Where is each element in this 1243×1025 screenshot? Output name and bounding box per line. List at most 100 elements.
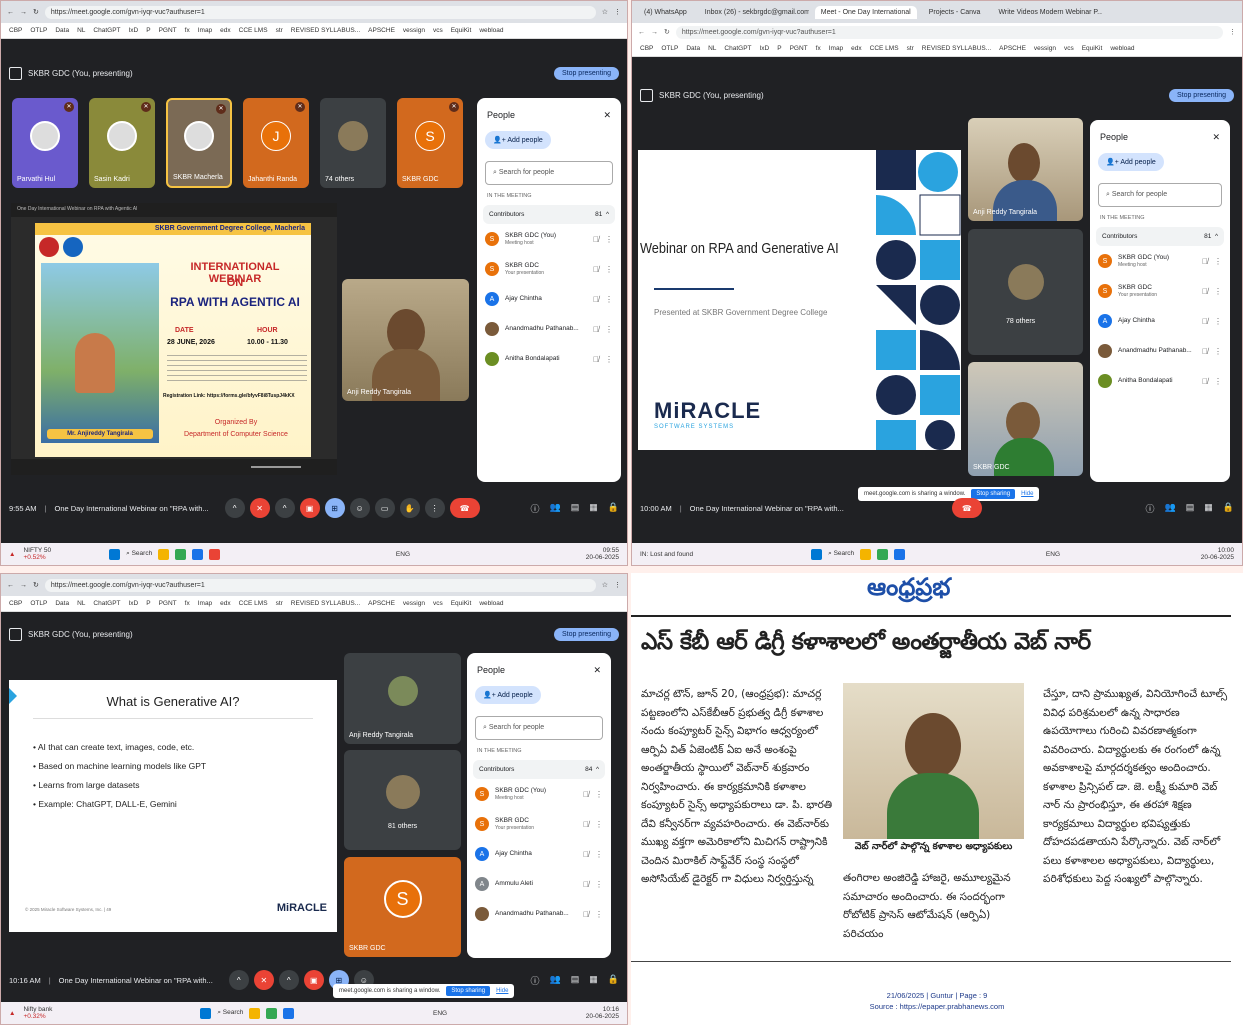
self-video-tile[interactable]: SKBR GDC	[968, 362, 1083, 476]
bookmark-item[interactable]: PGNT	[159, 27, 177, 34]
contributors-header[interactable]: Contributors 81 ^	[483, 205, 615, 224]
menu-icon[interactable]: ⋮	[614, 581, 621, 589]
edge-icon[interactable]	[283, 1007, 295, 1019]
bookmark-item[interactable]: edx	[220, 27, 230, 34]
mic-options-icon[interactable]: ^	[228, 970, 249, 990]
bookmark-item[interactable]: IxD	[760, 45, 770, 52]
self-tile[interactable]: S SKBR GDC	[344, 857, 461, 957]
chat-icon[interactable]: ▤	[571, 502, 580, 515]
bookmark-item[interactable]: CBP	[9, 600, 22, 607]
stop-sharing-button[interactable]: Stop sharing	[446, 986, 491, 996]
bookmark-item[interactable]: P	[146, 600, 150, 607]
language-indicator[interactable]: ENG	[433, 1010, 447, 1017]
more-options-icon[interactable]: ⋮	[1214, 287, 1222, 296]
search-box[interactable]: ⌕ Search	[126, 550, 152, 558]
bookmark-item[interactable]: CCE LMS	[239, 600, 268, 607]
star-icon[interactable]: ☆	[602, 8, 608, 16]
bookmark-item[interactable]: Imap	[198, 600, 212, 607]
participant-row[interactable]: S SKBR GDC Your presentation 🎙̸ ⋮	[1090, 276, 1230, 306]
more-options-icon[interactable]: ⋮	[605, 235, 613, 244]
bookmark-item[interactable]: vessign	[403, 600, 425, 607]
bookmark-item[interactable]: webload	[479, 27, 503, 34]
stop-presenting-button[interactable]: Stop presenting	[553, 627, 619, 641]
mic-off-icon[interactable]: ✕	[253, 970, 274, 990]
participant-row[interactable]: Anandmadhu Pathanab... 🎙̸ ⋮	[477, 314, 621, 344]
reload-icon[interactable]: ↻	[33, 581, 39, 589]
bookmark-item[interactable]: edx	[220, 600, 230, 607]
more-options-icon[interactable]: ⋮	[1214, 317, 1222, 326]
camera-off-icon[interactable]: ▣	[303, 970, 324, 990]
participant-tile[interactable]: S ✕ SKBR GDC	[397, 98, 463, 188]
others-tile[interactable]: 78 others	[968, 229, 1083, 355]
more-options-icon[interactable]: ⋮	[1214, 257, 1222, 266]
add-people-button[interactable]: 👤+ Add people	[475, 686, 541, 704]
close-icon[interactable]: ✕	[603, 110, 611, 121]
bookmark-item[interactable]: str	[907, 45, 914, 52]
participant-row[interactable]: A Ajay Chintha 🎙̸ ⋮	[1090, 306, 1230, 336]
app-icon[interactable]	[209, 548, 221, 560]
bookmark-item[interactable]: APSCHE	[999, 45, 1026, 52]
bookmark-item[interactable]: REVISED SYLLABUS...	[922, 45, 991, 52]
add-people-button[interactable]: 👤+ Add people	[485, 131, 551, 149]
bookmark-item[interactable]: fx	[816, 45, 821, 52]
more-options-icon[interactable]: ⋮	[1214, 347, 1222, 356]
mic-off-icon[interactable]: ✕	[249, 498, 270, 518]
news-widget[interactable]: IN: Lost and found	[640, 551, 693, 558]
participant-row[interactable]: A Ajay Chintha 🎙̸ ⋮	[467, 839, 611, 869]
participant-tile[interactable]: J ✕ Jahanthi Randa	[243, 98, 309, 188]
bookmark-item[interactable]: Data	[55, 27, 69, 34]
camera-options-icon[interactable]: ^	[274, 498, 295, 518]
more-options-icon[interactable]: ⋮	[595, 880, 603, 889]
bookmark-item[interactable]: Data	[55, 600, 69, 607]
more-options-icon[interactable]: ⋮	[595, 790, 603, 799]
language-indicator[interactable]: ENG	[1046, 551, 1060, 558]
search-people-input[interactable]: ⌕ Search for people	[1098, 183, 1222, 207]
participant-row[interactable]: A Ajay Chintha 🎙̸ ⋮	[477, 284, 621, 314]
bookmark-item[interactable]: webload	[1110, 45, 1134, 52]
info-icon[interactable]: ⓘ	[1146, 502, 1155, 515]
browser-tab[interactable]: Inbox (26) - sekbrgdc@gmail.com	[699, 6, 809, 19]
lock-icon[interactable]: 🔒	[608, 974, 619, 987]
speaker-video-tile[interactable]: Anji Reddy Tangirala	[342, 279, 469, 401]
activities-icon[interactable]: ▦	[589, 502, 598, 515]
bookmark-item[interactable]: NL	[708, 45, 716, 52]
lock-icon[interactable]: 🔒	[608, 502, 619, 515]
bookmark-item[interactable]: Imap	[198, 27, 212, 34]
emoji-icon[interactable]: ☺	[349, 498, 370, 518]
speaker-video-tile[interactable]: Anji Reddy Tangirala	[344, 653, 461, 744]
speaker-video-tile[interactable]: Anji Reddy Tangirala	[968, 118, 1083, 221]
contributors-header[interactable]: Contributors 81 ^	[1096, 227, 1224, 246]
address-bar[interactable]: https://meet.google.com/gvn-iyqr-vuc?aut…	[44, 578, 596, 592]
edge-icon[interactable]	[192, 548, 204, 560]
browser-tab[interactable]: (4) WhatsApp	[638, 6, 693, 19]
bookmark-item[interactable]: P	[777, 45, 781, 52]
chat-icon[interactable]: ▤	[571, 974, 580, 987]
camera-off-icon[interactable]: ▣	[299, 498, 320, 518]
more-options-icon[interactable]: ⋮	[605, 265, 613, 274]
bookmark-item[interactable]: CCE LMS	[239, 27, 268, 34]
search-box[interactable]: ⌕ Search	[828, 550, 854, 558]
system-clock[interactable]: 10:16 20-06-2025	[586, 1006, 619, 1020]
participant-row[interactable]: A Ammulu Aleti 🎙̸ ⋮	[467, 869, 611, 899]
system-clock[interactable]: 09:55 20-06-2025	[586, 547, 619, 561]
participant-tile[interactable]: ✕ Sasin Kadri	[89, 98, 155, 188]
stock-widget[interactable]: Nifty bank +0.32%	[23, 1006, 52, 1020]
chrome-icon[interactable]	[877, 548, 889, 560]
bookmark-item[interactable]: ChatGPT	[724, 45, 751, 52]
more-options-icon[interactable]: ⋮	[424, 498, 445, 518]
hide-link[interactable]: Hide	[496, 988, 508, 994]
browser-tab[interactable]: Write Videos Modern Webinar P...	[992, 6, 1102, 19]
bookmark-item[interactable]: str	[276, 600, 283, 607]
bookmark-item[interactable]: vcs	[433, 600, 443, 607]
stock-widget-icon[interactable]: ▲	[9, 1010, 15, 1017]
browser-tab[interactable]: Meet - One Day International	[814, 5, 917, 19]
bookmark-item[interactable]: OTLP	[30, 600, 47, 607]
leave-call-icon[interactable]: ☎	[449, 498, 480, 518]
forward-icon[interactable]: →	[20, 582, 27, 589]
people-icon[interactable]: 👥	[550, 502, 561, 515]
others-tile[interactable]: 81 others	[344, 750, 461, 850]
more-options-icon[interactable]: ⋮	[595, 910, 603, 919]
bookmark-item[interactable]: vcs	[433, 27, 443, 34]
participant-row[interactable]: S SKBR GDC (You) Meeting host 🎙̸ ⋮	[477, 224, 621, 254]
participant-row[interactable]: Anitha Bondalapati 🎙̸ ⋮	[477, 344, 621, 374]
